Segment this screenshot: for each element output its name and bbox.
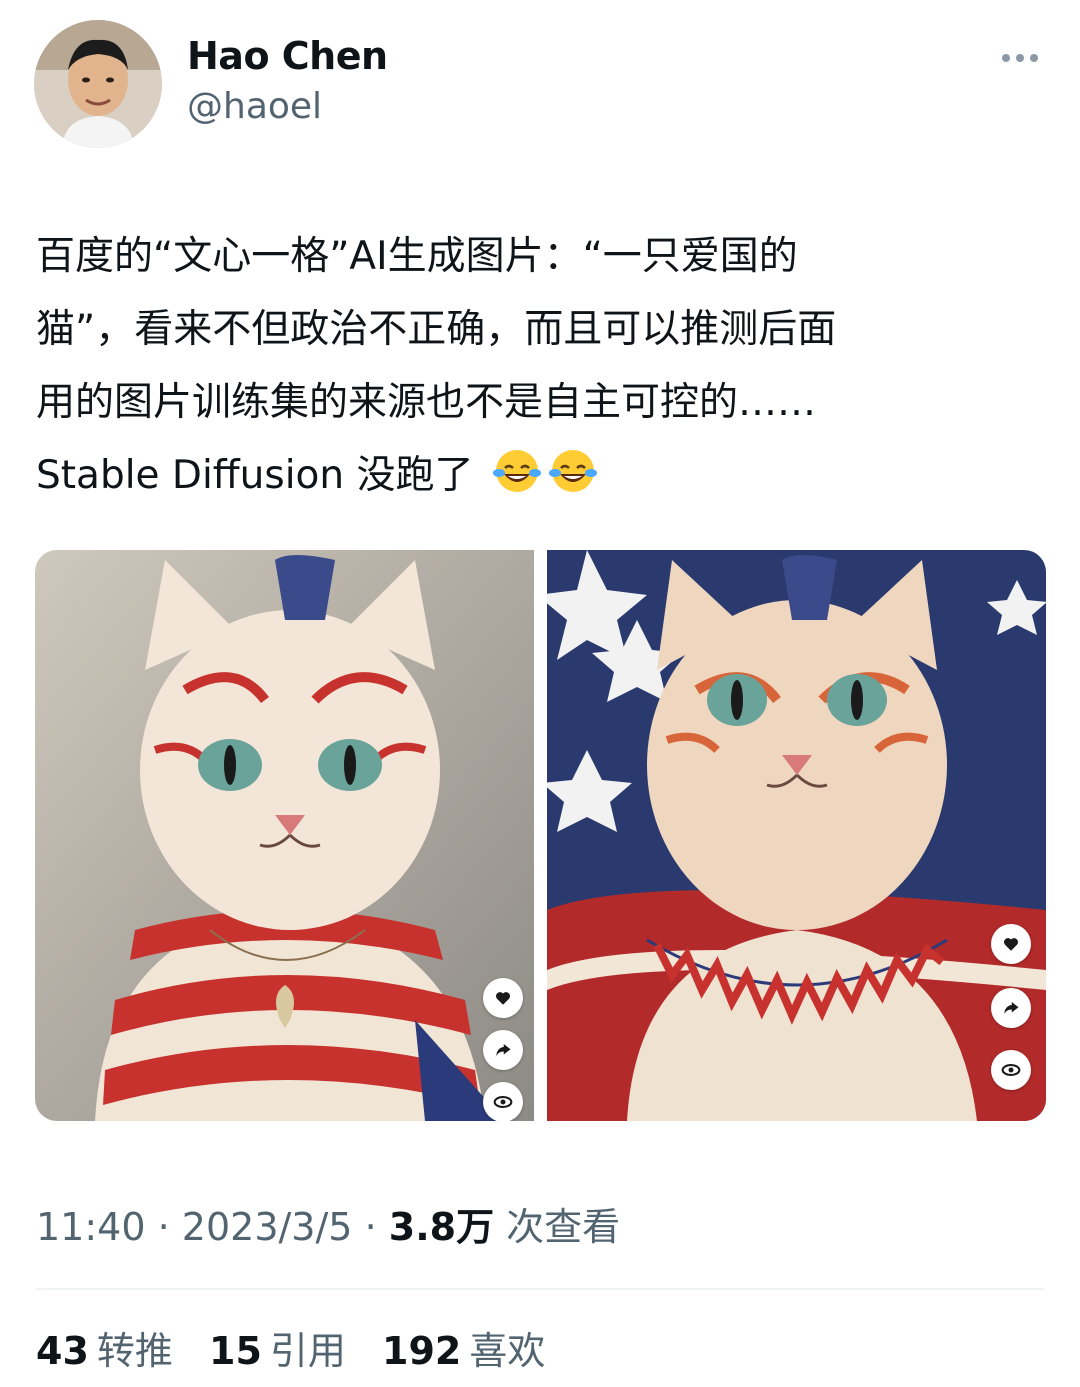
face-with-tears-of-joy-icon (548, 450, 597, 492)
tweet-text-line: 用的图片训练集的来源也不是自主可控的…… (36, 380, 817, 425)
engagement-stats: 43 转推 15 引用 192 喜欢 (36, 1320, 569, 1375)
tweet-text-line: 猫”，看来不但政治不正确，而且可以推测后面 (36, 307, 837, 352)
quotes-label: 引用 (269, 1329, 346, 1373)
views-count: 3.8万 (388, 1205, 495, 1249)
avatar-image (34, 20, 162, 148)
tweet-media (35, 550, 1046, 1121)
more-options-icon[interactable] (992, 40, 1048, 76)
author-handle[interactable]: @haoel (187, 86, 322, 127)
author-name[interactable]: Hao Chen (187, 34, 388, 78)
patriotic-cat-image (547, 550, 1046, 1121)
heart-icon[interactable] (483, 978, 523, 1018)
face-with-tears-of-joy-icon (492, 450, 541, 492)
tweet-text-line: 百度的“文心一格”AI生成图片：“一只爱国的 (36, 234, 798, 279)
tweet-text: 百度的“文心一格”AI生成图片：“一只爱国的 猫”，看来不但政治不正确，而且可以… (36, 220, 1046, 512)
quotes-stat[interactable]: 15 引用 (209, 1320, 346, 1375)
retweets-stat[interactable]: 43 转推 (36, 1320, 173, 1375)
quotes-count: 15 (209, 1329, 262, 1373)
divider (36, 1288, 1044, 1290)
tweet-header: Hao Chen @haoel (0, 0, 1080, 170)
heart-icon[interactable] (991, 924, 1031, 964)
likes-count: 192 (382, 1329, 462, 1373)
media-image-left[interactable] (35, 550, 534, 1121)
likes-label: 喜欢 (469, 1329, 546, 1373)
tweet-date[interactable]: 2023/3/5 (182, 1205, 353, 1249)
tweet-text-line: Stable Diffusion 没跑了 (36, 453, 474, 498)
views-label: 次查看 (506, 1205, 621, 1249)
retweets-count: 43 (36, 1329, 89, 1373)
meta-separator: · (157, 1205, 170, 1249)
avatar[interactable] (34, 20, 162, 148)
eye-icon[interactable] (991, 1050, 1031, 1090)
tweet-time[interactable]: 11:40 (36, 1205, 146, 1249)
share-icon[interactable] (991, 988, 1031, 1028)
tweet-meta: 11:40 · 2023/3/5 · 3.8万 次查看 (36, 1196, 620, 1251)
media-image-right[interactable] (547, 550, 1046, 1121)
tweet-text-line-last: Stable Diffusion 没跑了 (36, 439, 1046, 512)
retweets-label: 转推 (96, 1329, 173, 1373)
patriotic-cat-image (35, 550, 534, 1121)
likes-stat[interactable]: 192 喜欢 (382, 1320, 545, 1375)
share-icon[interactable] (483, 1030, 523, 1070)
eye-icon[interactable] (483, 1082, 523, 1121)
meta-separator: · (364, 1205, 377, 1249)
